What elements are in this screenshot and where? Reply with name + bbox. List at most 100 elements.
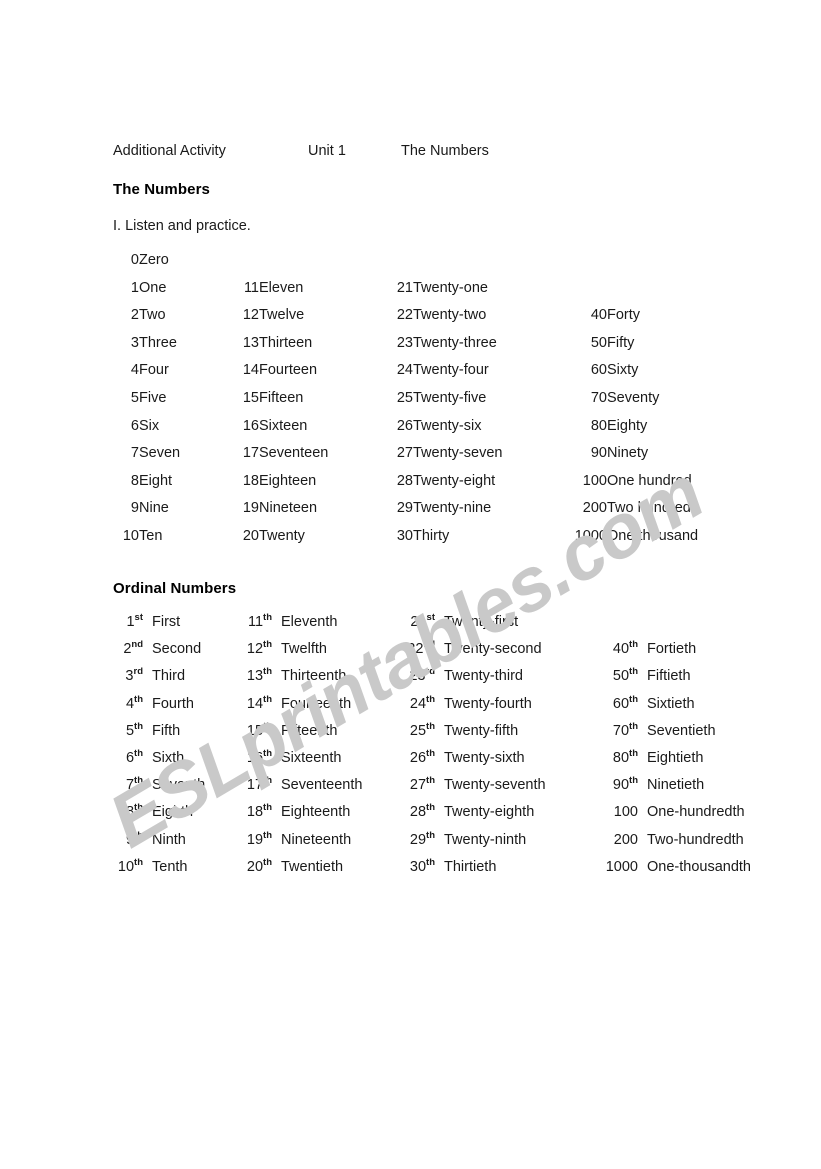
- ordinal-digit-value: 28: [409, 804, 427, 821]
- cardinal-numbers-table: 0 Zero 1 One 11 Eleven 21 Twenty-one 2 Two 12 Twelv…: [113, 252, 698, 556]
- ordinal-digit-value: 29: [409, 831, 427, 848]
- cardinal-digit: 13: [242, 334, 259, 351]
- ordinal-word: Sixth: [152, 749, 185, 766]
- ordinal-suffix: th: [263, 775, 272, 787]
- cardinal-digit: 0: [130, 252, 139, 268]
- ordinal-word: Twenty-fifth: [444, 722, 519, 739]
- cardinal-word: Seven: [139, 445, 181, 462]
- cardinal-digit: 90: [590, 445, 607, 462]
- ordinal-digit: 18th: [242, 802, 281, 831]
- cardinal-word: Sixty: [607, 362, 639, 379]
- ordinal-digit: 90th: [596, 776, 647, 804]
- ordinal-word: Fiftieth: [647, 668, 691, 685]
- cardinal-digit: 26: [396, 417, 413, 434]
- cardinal-digit: 1: [130, 279, 139, 296]
- ordinal-digit-value: 21: [410, 614, 427, 630]
- cardinal-word: Ninety: [607, 445, 649, 462]
- cardinal-digit: 8: [130, 472, 139, 489]
- cardinal-word: Fourteen: [259, 362, 318, 379]
- ordinal-digit-value: 20: [246, 858, 264, 875]
- ordinal-suffix: th: [134, 802, 143, 814]
- ordinal-word: Seventieth: [647, 722, 716, 739]
- cardinal-word: Two: [139, 307, 166, 324]
- ordinal-suffix: th: [263, 612, 272, 624]
- ordinal-digit-value: 200: [613, 831, 638, 848]
- ordinal-digit: 22nd: [405, 639, 444, 668]
- cardinal-word: Ten: [139, 527, 163, 544]
- table-row: 8 Eight 18 Eighteen 28 Twenty-eight 100 One hun…: [113, 473, 698, 501]
- ordinal-suffix: nd: [131, 639, 143, 651]
- header-unit-label: Unit 1: [308, 143, 346, 159]
- ordinal-word: Fifteenth: [281, 722, 338, 739]
- cardinal-word: [607, 252, 698, 280]
- cardinal-word: Nineteen: [259, 500, 318, 517]
- cardinal-word: [259, 252, 387, 280]
- cardinal-word: Nine: [139, 500, 169, 517]
- ordinal-word: Tenth: [152, 858, 188, 875]
- cardinal-word: Twenty-six: [413, 417, 482, 434]
- cardinal-word: Twenty-two: [413, 307, 487, 324]
- ordinal-digit-value: 8: [125, 804, 135, 821]
- ordinal-suffix: th: [263, 748, 272, 760]
- ordinal-digit-value: 18: [246, 804, 264, 821]
- cardinal-digit: 50: [590, 334, 607, 351]
- cardinal-word: Two hundred: [607, 500, 691, 517]
- ordinal-word: Twenty-seventh: [444, 777, 546, 794]
- ordinal-suffix: th: [426, 856, 435, 868]
- cardinal-digit: 6: [130, 417, 139, 434]
- cardinal-word: [607, 280, 698, 308]
- table-row: 8th Eighth 18th Eighteenth 28th Twenty-eighth…: [113, 802, 751, 831]
- ordinal-digit: 26th: [405, 749, 444, 777]
- cardinal-word: Five: [139, 389, 167, 406]
- ordinal-digit: 11th: [242, 612, 281, 641]
- cardinal-word: Three: [139, 334, 177, 351]
- cardinal-word: Twenty: [259, 527, 305, 544]
- ordinal-word: Fortieth: [647, 641, 697, 658]
- table-row: 5 Five 15 Fifteen 25 Twenty-five 70 Seventy: [113, 390, 698, 418]
- ordinal-digit-value: 4: [125, 695, 135, 712]
- table-row: 9th Ninth 19th Nineteenth 29th Twenty-ninth 20…: [113, 830, 751, 859]
- cardinal-digit: 9: [130, 500, 139, 517]
- ordinal-digit: [596, 614, 647, 641]
- ordinal-digit-value: 22: [407, 641, 424, 658]
- ordinal-word: Seventh: [152, 777, 206, 794]
- cardinal-digit: 29: [396, 500, 413, 517]
- cardinal-digit: [233, 252, 259, 280]
- cardinal-word: Twelve: [259, 307, 305, 324]
- ordinal-digit: 1st: [113, 613, 152, 641]
- cardinal-digit: 24: [396, 362, 413, 379]
- ordinal-suffix: th: [629, 666, 638, 678]
- ordinal-digit: 2nd: [113, 639, 152, 668]
- instruction-text: I. Listen and practice.: [113, 218, 251, 234]
- ordinal-word: Third: [152, 668, 186, 685]
- ordinal-word: Sixtieth: [647, 695, 695, 712]
- ordinal-digit: 29th: [405, 830, 444, 859]
- ordinal-suffix: nd: [423, 639, 435, 651]
- ordinal-digit-value: 11: [247, 614, 264, 630]
- cardinal-digit: 23: [396, 334, 413, 351]
- cardinal-digit: 70: [590, 389, 607, 406]
- ordinal-table-body: 1st First 11th Eleventh 21st Twenty-first 2nd S…: [113, 612, 751, 886]
- table-row: 10 Ten 20 Twenty 30 Thirty 1000 One thousand: [113, 528, 698, 556]
- cardinal-digit: 80: [590, 417, 607, 434]
- ordinal-digit: 30th: [405, 856, 444, 886]
- ordinal-word: Twenty-first: [444, 614, 519, 630]
- ordinal-suffix: th: [263, 802, 272, 814]
- ordinal-digit-value: 1000: [605, 858, 638, 875]
- ordinal-digit: 70th: [596, 722, 647, 750]
- worksheet-page: Additional Activity Unit 1 The Numbers T…: [0, 0, 821, 1169]
- cardinal-word: Twenty-seven: [413, 445, 503, 462]
- ordinal-digit-value: 90: [612, 777, 630, 794]
- table-row: 2nd Second 12th Twelfth 22nd Twenty-second 40t…: [113, 639, 751, 668]
- ordinal-suffix: th: [263, 639, 272, 651]
- ordinal-digit: 20th: [242, 858, 281, 886]
- cardinal-word: Six: [139, 417, 160, 434]
- ordinal-digit: 12th: [242, 639, 281, 668]
- ordinal-word: Twentieth: [281, 858, 344, 875]
- cardinal-digit: 4: [130, 362, 139, 379]
- ordinal-digit-value: 13: [246, 668, 264, 685]
- ordinal-digit: 80th: [596, 749, 647, 777]
- ordinal-numbers-table: 1st First 11th Eleventh 21st Twenty-first 2nd S…: [113, 612, 751, 886]
- ordinal-digit-value: 25: [409, 722, 427, 739]
- cardinal-digit: 14: [242, 362, 259, 379]
